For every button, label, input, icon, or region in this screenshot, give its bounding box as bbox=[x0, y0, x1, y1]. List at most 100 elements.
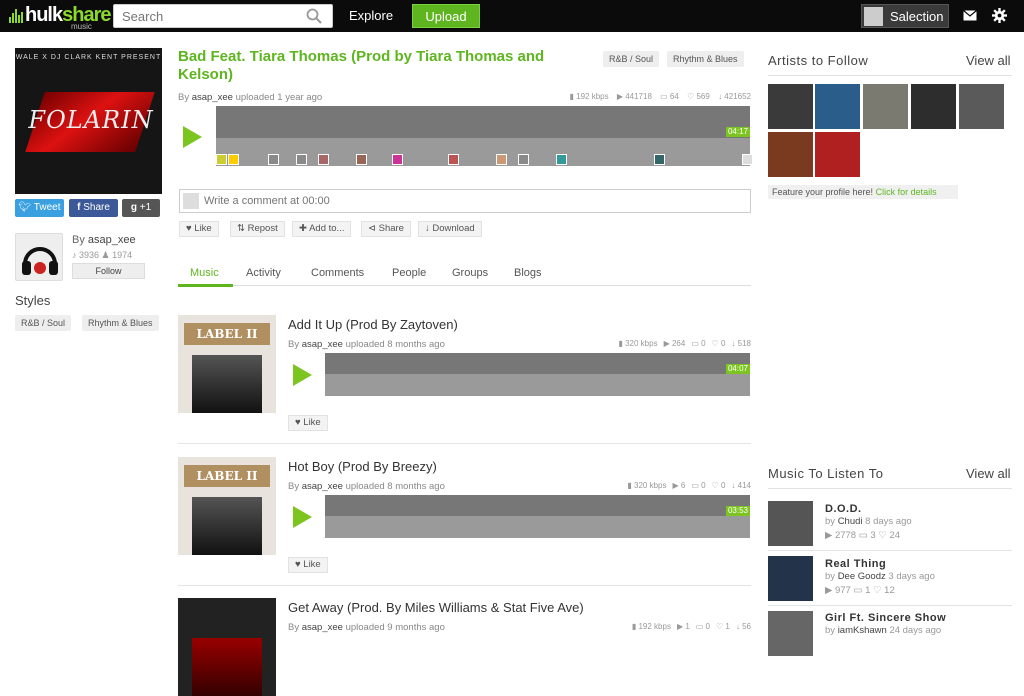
like-button[interactable]: ♥ Like bbox=[179, 221, 219, 237]
listen-stats: ▶ 2778 ▭ 3 ♡ 24 bbox=[825, 530, 901, 541]
track-tag-rnb[interactable]: R&B / Soul bbox=[603, 51, 660, 67]
divider bbox=[178, 443, 751, 444]
main-track-title[interactable]: Bad Feat. Tiara Thomas (Prod by Tiara Th… bbox=[178, 48, 598, 84]
style-tag-rnb[interactable]: R&B / Soul bbox=[15, 315, 72, 331]
track-meta: By asap_xee uploaded 8 months ago bbox=[288, 339, 445, 350]
listen-title[interactable]: Girl Ft. Sincere Show bbox=[825, 612, 946, 624]
facebook-share-button[interactable]: f Share bbox=[69, 199, 118, 217]
search-box bbox=[113, 4, 333, 28]
divider bbox=[178, 585, 751, 586]
user-menu[interactable]: Salection bbox=[861, 4, 949, 28]
track-cover[interactable]: LABEL II bbox=[178, 457, 276, 555]
listen-by: by Chudi 8 days ago bbox=[825, 516, 912, 527]
track-meta: By asap_xee uploaded 9 months ago bbox=[288, 622, 445, 633]
uploader-by: By asap_xee bbox=[72, 234, 136, 246]
comment-input[interactable] bbox=[204, 193, 724, 209]
user-avatar bbox=[864, 7, 883, 26]
main-duration: 04:17 bbox=[725, 127, 750, 137]
artists-view-all-link[interactable]: View all bbox=[966, 53, 1011, 68]
nav-explore-link[interactable]: Explore bbox=[349, 8, 393, 23]
artist-thumb[interactable] bbox=[768, 84, 813, 129]
tab-groups[interactable]: Groups bbox=[452, 267, 488, 279]
divider bbox=[768, 550, 1012, 551]
listen-thumb[interactable] bbox=[768, 556, 813, 601]
track-cover[interactable]: LABEL II bbox=[178, 315, 276, 413]
track-stats: ▮ 192 kbps ▶ 1 ▭ 0 ♡ 1 ↓ 56 bbox=[631, 622, 751, 631]
main-track-user-link[interactable]: asap_xee bbox=[192, 92, 233, 103]
track-play-button[interactable] bbox=[293, 364, 312, 386]
main-track-stats: ▮ 192 kbps ▶ 441718 ▭ 64 ♡ 569 ↓ 421652 bbox=[569, 92, 752, 101]
tab-bar: Music Activity Comments People Groups Bl… bbox=[178, 264, 751, 286]
listen-title[interactable]: Real Thing bbox=[825, 558, 886, 570]
logo-bars-icon bbox=[9, 9, 23, 23]
listen-view-all-link[interactable]: View all bbox=[966, 466, 1011, 481]
logo-subtext: music bbox=[71, 22, 92, 31]
artist-thumb[interactable] bbox=[815, 84, 860, 129]
tab-blogs[interactable]: Blogs bbox=[514, 267, 542, 279]
user-name: Salection bbox=[890, 9, 944, 24]
main-play-button[interactable] bbox=[183, 126, 202, 148]
listen-by: by Dee Goodz 3 days ago bbox=[825, 571, 935, 582]
uploader-stats: ♪ 3936 ♟ 1974 bbox=[72, 250, 133, 260]
cover-top-text: WALE X DJ CLARK KENT PRESENT bbox=[15, 54, 162, 61]
listen-by: by iamKshawn 24 days ago bbox=[825, 625, 942, 636]
tab-comments[interactable]: Comments bbox=[311, 267, 364, 279]
divider bbox=[768, 488, 1012, 489]
tab-people[interactable]: People bbox=[392, 267, 426, 279]
search-input[interactable] bbox=[114, 5, 294, 27]
tab-music[interactable]: Music bbox=[190, 267, 219, 279]
uploader-avatar[interactable] bbox=[15, 233, 63, 281]
upload-button[interactable]: Upload bbox=[412, 4, 480, 28]
mail-icon[interactable] bbox=[963, 10, 977, 21]
artist-thumb[interactable] bbox=[815, 132, 860, 177]
logo-text: hulkshare bbox=[25, 4, 112, 26]
artists-heading: Artists to Follow bbox=[768, 53, 869, 68]
tweet-button[interactable]: 🐦︎ Tweet bbox=[15, 199, 64, 217]
artist-thumb[interactable] bbox=[768, 132, 813, 177]
track-meta: By asap_xee uploaded 8 months ago bbox=[288, 481, 445, 492]
track-title[interactable]: Get Away (Prod. By Miles Williams & Stat… bbox=[288, 600, 584, 615]
track-like-button[interactable]: ♥ Like bbox=[288, 557, 328, 573]
headphones-icon bbox=[22, 247, 58, 275]
track-stats: ▮ 320 kbps ▶ 264 ▭ 0 ♡ 0 ↓ 518 bbox=[618, 339, 751, 348]
comment-box bbox=[179, 189, 751, 213]
main-track-cover: WALE X DJ CLARK KENT PRESENT FOLARIN bbox=[15, 48, 162, 194]
style-tag-rhythm-blues[interactable]: Rhythm & Blues bbox=[82, 315, 159, 331]
artist-thumb[interactable] bbox=[959, 84, 1004, 129]
track-like-button[interactable]: ♥ Like bbox=[288, 415, 328, 431]
divider bbox=[768, 605, 1012, 606]
track-tag-rhythm-blues[interactable]: Rhythm & Blues bbox=[667, 51, 744, 67]
add-to-button[interactable]: ✚ Add to... bbox=[292, 221, 352, 237]
comment-avatar bbox=[183, 193, 199, 209]
divider bbox=[768, 75, 1012, 76]
listen-thumb[interactable] bbox=[768, 611, 813, 656]
listen-thumb[interactable] bbox=[768, 501, 813, 546]
listen-stats: ▶ 977 ▭ 1 ♡ 12 bbox=[825, 585, 895, 596]
tab-activity[interactable]: Activity bbox=[246, 267, 281, 279]
main-track-meta: By asap_xee uploaded 1 year ago bbox=[178, 92, 323, 103]
gear-icon[interactable] bbox=[992, 8, 1007, 23]
feature-profile-banner: Feature your profile here! Click for det… bbox=[768, 185, 958, 199]
styles-heading: Styles bbox=[15, 293, 51, 308]
track-waveform[interactable]: 03:53 bbox=[325, 495, 750, 538]
search-icon[interactable] bbox=[306, 8, 322, 24]
download-button[interactable]: ↓ Download bbox=[418, 221, 482, 237]
listen-title[interactable]: D.O.D. bbox=[825, 503, 862, 515]
listen-heading: Music To Listen To bbox=[768, 466, 884, 481]
feature-details-link[interactable]: Click for details bbox=[876, 187, 937, 197]
top-bar: hulkshare music Explore Upload Salection bbox=[0, 0, 1024, 32]
track-cover[interactable] bbox=[178, 598, 276, 696]
follow-button[interactable]: Follow bbox=[72, 263, 145, 279]
track-play-button[interactable] bbox=[293, 506, 312, 528]
track-stats: ▮ 320 kbps ▶ 6 ▭ 0 ♡ 0 ↓ 414 bbox=[627, 481, 751, 490]
track-title[interactable]: Hot Boy (Prod By Breezy) bbox=[288, 459, 437, 474]
track-waveform[interactable]: 04:07 bbox=[325, 353, 750, 396]
gplus-button[interactable]: g +1 bbox=[122, 199, 160, 217]
artist-thumb[interactable] bbox=[911, 84, 956, 129]
share-button[interactable]: ⊲ Share bbox=[361, 221, 411, 237]
artist-thumb[interactable] bbox=[863, 84, 908, 129]
uploader-name-link[interactable]: asap_xee bbox=[88, 234, 136, 246]
tab-active-indicator bbox=[178, 284, 233, 287]
repost-button[interactable]: ⇅ Repost bbox=[230, 221, 285, 237]
track-title[interactable]: Add It Up (Prod By Zaytoven) bbox=[288, 317, 458, 332]
